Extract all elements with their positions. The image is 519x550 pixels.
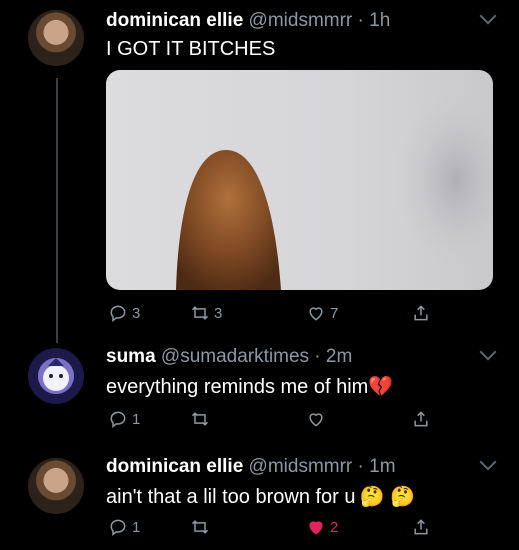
thread-line [56,78,58,343]
display-name[interactable]: dominican ellie [106,10,243,31]
broken-heart-emoji: 💔 [368,376,394,398]
dot-separator: · [352,10,370,31]
reply-count: 3 [132,304,141,322]
chevron-down-icon[interactable] [479,343,497,361]
retweet-count: 3 [214,304,223,322]
heart-icon [309,521,323,535]
reply-button[interactable]: 1 [108,408,140,430]
retweet-icon [191,520,209,534]
reply-icon [110,519,126,537]
action-bar: 1 2 [106,516,446,538]
handle[interactable]: @midsmmrr [249,456,353,477]
tweet-text-line: ain't that a lil too brown for u 🤔 🤔 [106,484,415,509]
avatar-character [43,358,69,391]
retweet-button[interactable] [190,516,214,538]
avatar[interactable] [28,348,84,404]
retweet-button[interactable] [190,408,214,430]
chevron-down-icon[interactable] [479,453,497,471]
tweet-header: dominican ellie @midsmmrr · 1m [106,456,396,478]
reply-button[interactable]: 3 [108,302,140,324]
like-button[interactable]: 7 [306,302,338,324]
like-count: 2 [330,518,339,536]
reply-button[interactable]: 1 [108,516,140,538]
share-icon [414,305,428,321]
share-icon [414,519,428,535]
chevron-down-icon[interactable] [479,7,497,25]
retweet-icon [191,412,209,426]
reply-count: 1 [132,410,141,428]
like-count: 7 [330,304,339,322]
heart-icon [309,307,323,321]
timestamp[interactable]: 2m [326,346,352,367]
display-name[interactable]: suma [106,346,156,367]
dot-separator: · [309,346,326,367]
tweet-text-line: everything reminds me of him💔 [106,374,393,399]
action-bar: 1 [106,408,446,430]
retweet-button[interactable]: 3 [190,302,222,324]
share-button[interactable] [411,408,431,430]
tweet-header: dominican ellie @midsmmrr · 1h [106,10,390,32]
reply-icon [110,411,126,429]
handle[interactable]: @midsmmrr [249,10,353,31]
share-button[interactable] [411,302,431,324]
action-bar: 3 3 7 [106,302,446,324]
display-name[interactable]: dominican ellie [106,456,243,477]
timestamp[interactable]: 1h [369,10,390,31]
avatar[interactable] [28,458,84,514]
reply-count: 1 [132,518,141,536]
share-button[interactable] [411,516,431,538]
avatar[interactable] [28,10,84,66]
timestamp[interactable]: 1m [369,456,395,477]
share-icon [414,411,428,427]
thinking-face-emoji: 🤔 🤔 [359,486,415,508]
tweet-text: ain't that a lil too brown for u [106,486,356,508]
heart-icon [309,413,323,427]
like-button[interactable] [306,408,330,430]
photo-content [176,90,493,290]
dot-separator: · [352,456,370,477]
reply-icon [110,305,126,323]
like-button[interactable]: 2 [306,516,338,538]
handle[interactable]: @sumadarktimes [161,346,309,367]
tweet-text: I GOT IT BITCHES [106,38,276,60]
retweet-icon [191,306,209,320]
tweet-header: suma @sumadarktimes · 2m [106,346,352,368]
tweet-image[interactable] [106,70,493,290]
tweet-text: everything reminds me of him [106,376,369,398]
